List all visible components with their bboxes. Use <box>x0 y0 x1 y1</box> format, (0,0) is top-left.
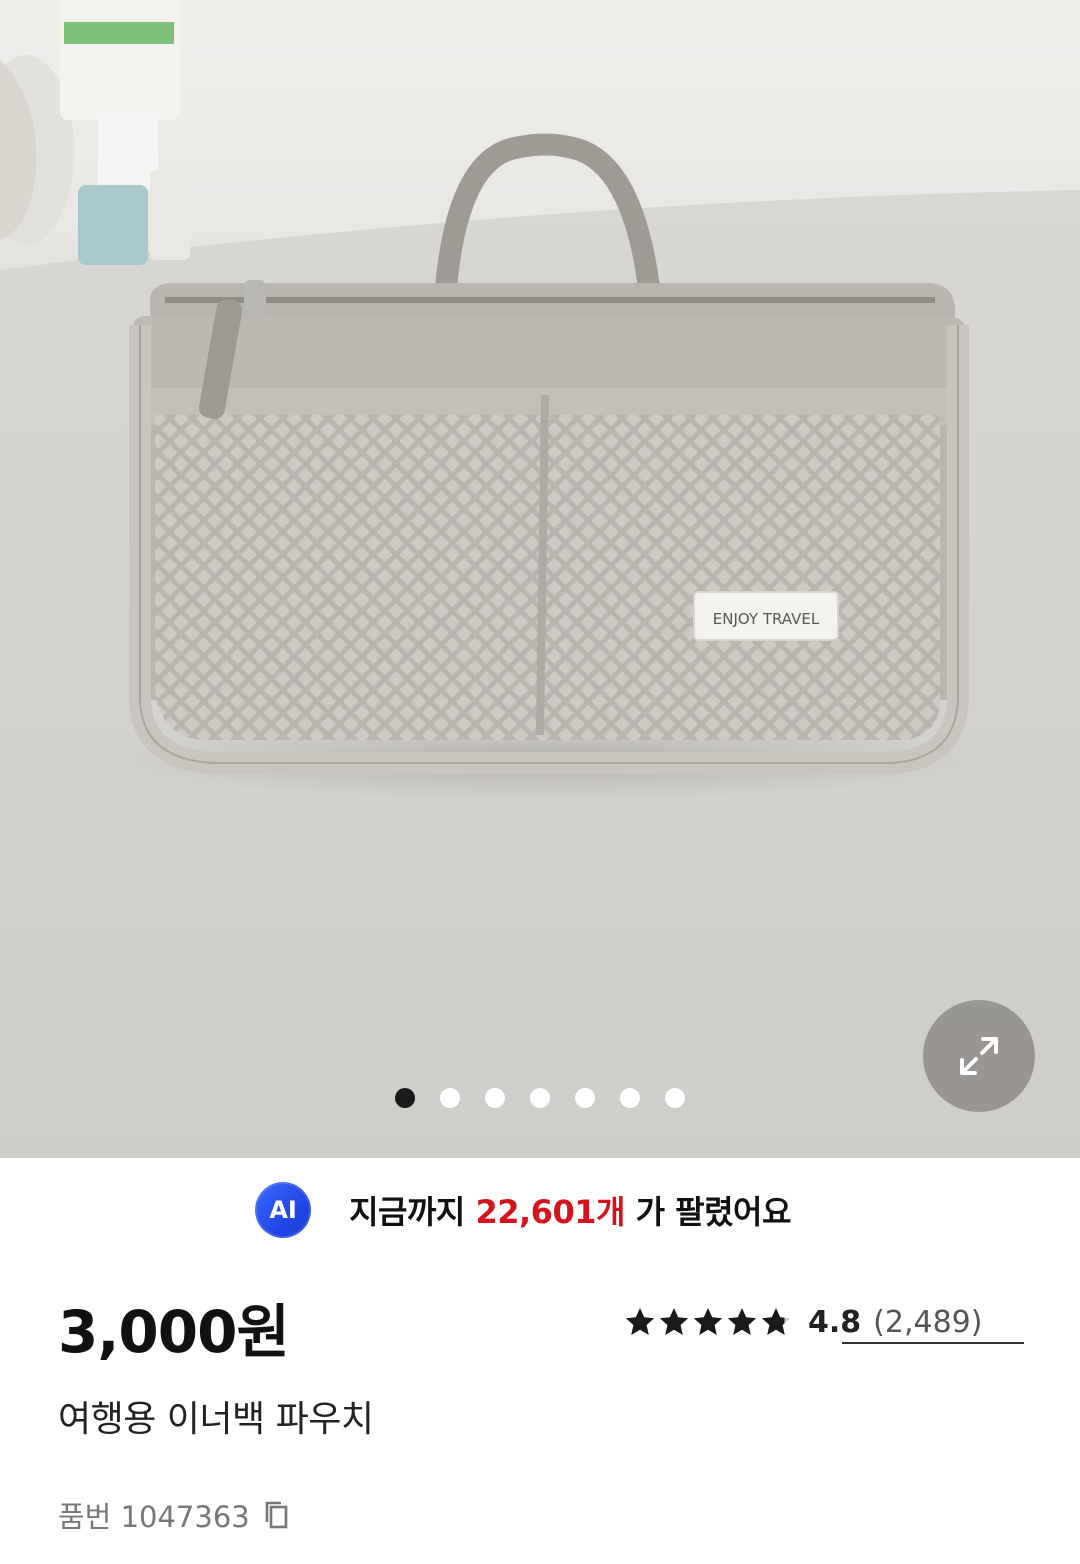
sold-suffix: 가 팔렸어요 <box>624 1193 792 1231</box>
sku-text: 품번 1047363 <box>58 1500 250 1534</box>
slide-dot[interactable] <box>665 1088 685 1108</box>
star-icon <box>761 1308 791 1335</box>
product-name: 여행용 이너백 파우치 <box>58 1399 374 1440</box>
slide-dot[interactable] <box>575 1088 595 1108</box>
product-page: ENJOY TRAVEL AI 지금까지 22,601개 가 팔렸어요 3,00… <box>0 0 1080 1564</box>
product-sku: 품번 1047363 <box>58 1495 290 1535</box>
review-count-link[interactable]: (2,489) <box>873 1305 982 1340</box>
product-price: 3,000원 <box>58 1298 290 1366</box>
product-photo: ENJOY TRAVEL <box>0 0 1080 1158</box>
star-icon <box>727 1308 757 1335</box>
rating-summary[interactable]: 4.8 (2,489) <box>624 1298 982 1346</box>
slide-dot[interactable] <box>395 1088 415 1108</box>
star-rating <box>624 1306 792 1338</box>
copy-icon[interactable] <box>264 1500 290 1530</box>
star-icon <box>625 1308 655 1335</box>
sold-count-banner: AI 지금까지 22,601개 가 팔렸어요 <box>0 1178 1080 1242</box>
product-tag-label: ENJOY TRAVEL <box>713 610 820 628</box>
sold-count-text: 지금까지 22,601개 가 팔렸어요 <box>349 1187 791 1233</box>
rating-underline <box>842 1342 1024 1344</box>
rating-value: 4.8 <box>808 1304 862 1340</box>
ai-badge: AI <box>255 1182 312 1238</box>
slide-dot[interactable] <box>485 1088 505 1108</box>
slide-dot[interactable] <box>440 1088 460 1108</box>
sold-prefix: 지금까지 <box>349 1193 476 1231</box>
slide-indicator <box>0 1088 1080 1112</box>
product-image-gallery[interactable]: ENJOY TRAVEL <box>0 0 1080 1158</box>
star-icon <box>693 1308 723 1335</box>
sold-count-number: 22,601개 <box>475 1193 625 1231</box>
expand-arrows-icon <box>960 1037 998 1075</box>
star-icon <box>659 1308 689 1335</box>
slide-dot[interactable] <box>620 1088 640 1108</box>
slide-dot[interactable] <box>530 1088 550 1108</box>
